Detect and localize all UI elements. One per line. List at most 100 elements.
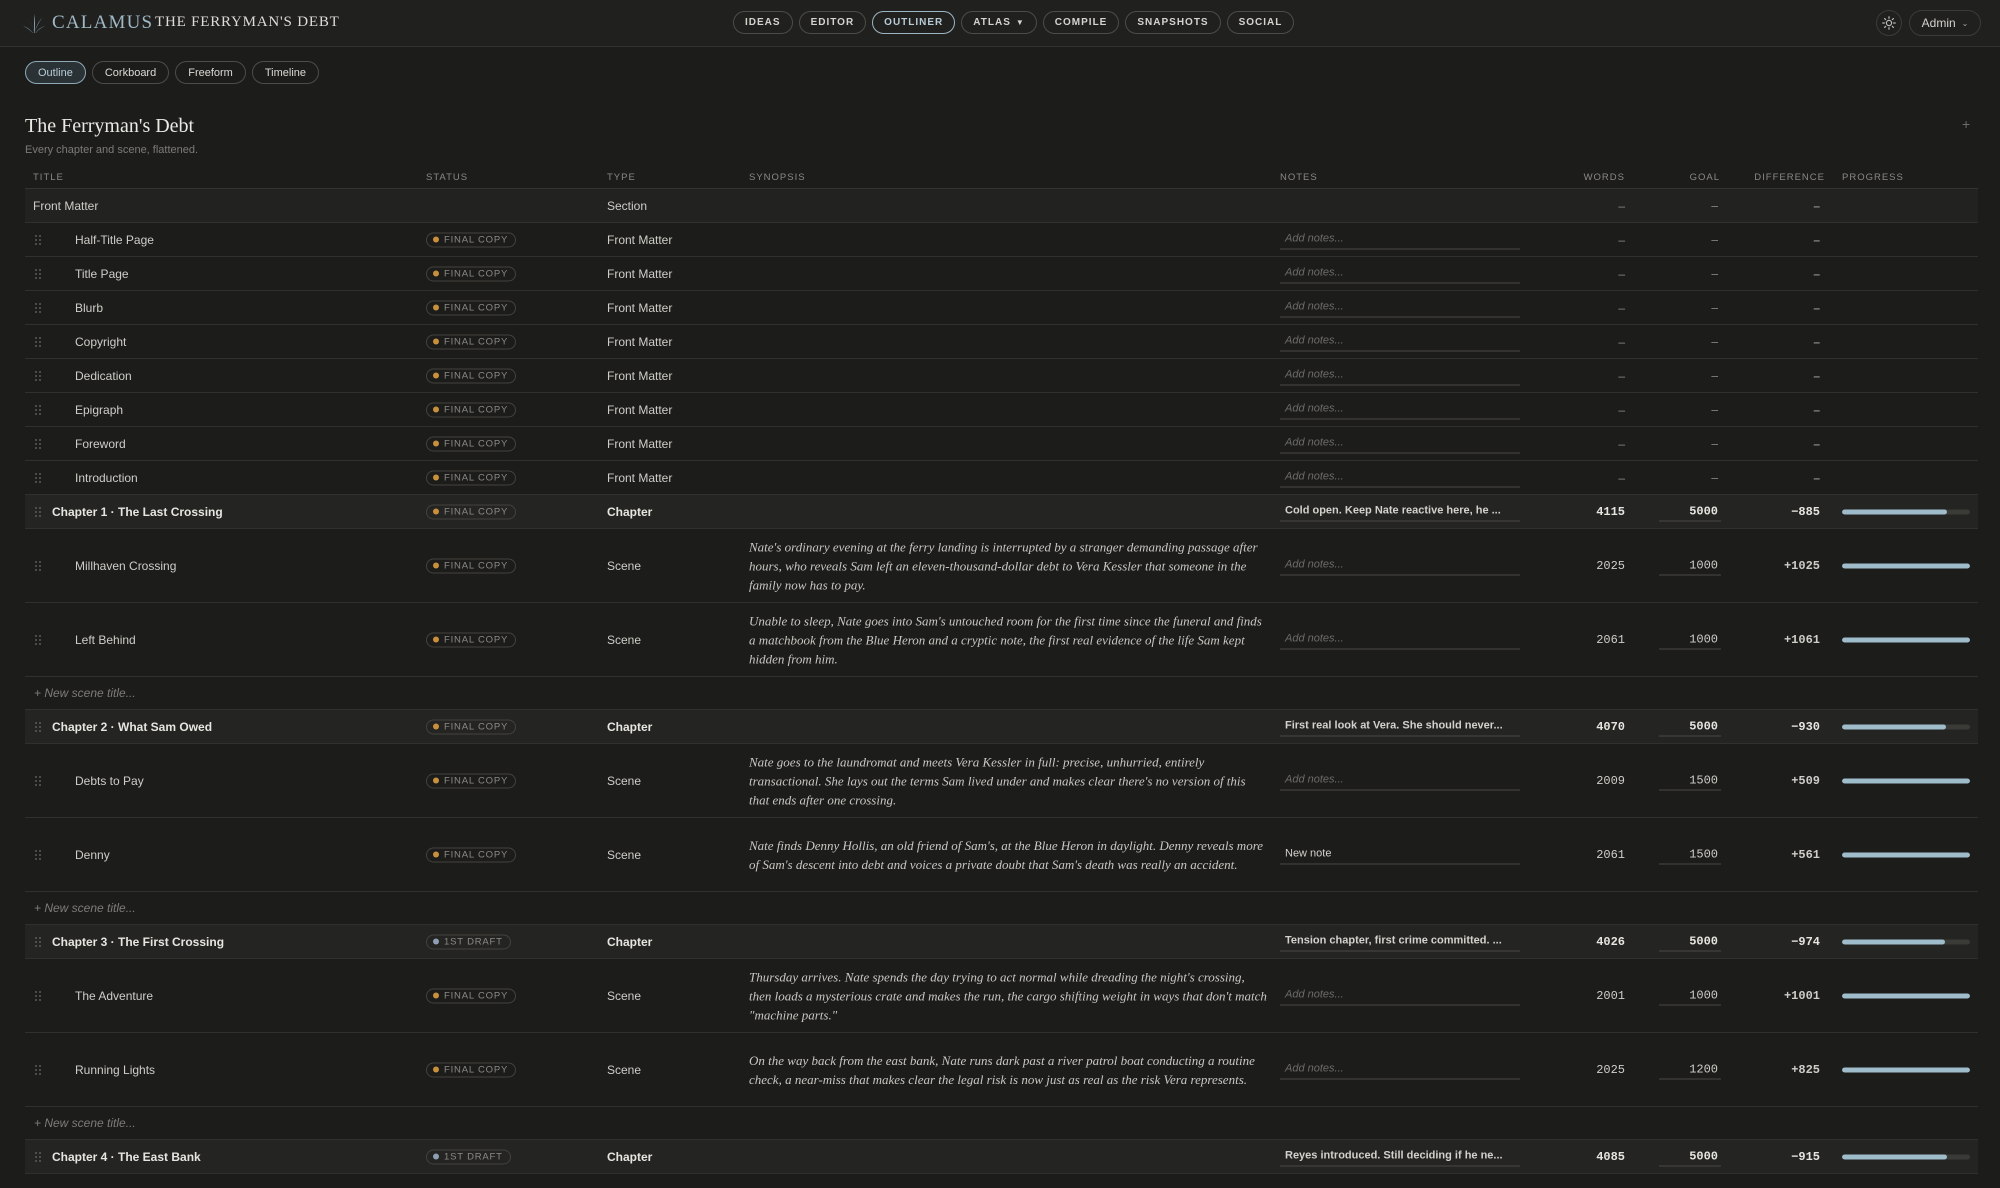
row-title[interactable]: Chapter 1 · The Last Crossing — [52, 505, 223, 519]
row-title[interactable]: Title Page — [75, 267, 129, 281]
row-title[interactable]: The Adventure — [75, 989, 153, 1003]
status-badge[interactable]: FINAL COPY — [426, 632, 517, 647]
drag-handle-icon[interactable] — [34, 370, 42, 382]
user-menu-button[interactable]: Admin ⌄ — [1909, 10, 1981, 36]
drag-handle-icon[interactable] — [34, 634, 42, 646]
goal-input[interactable]: 5000 — [1659, 717, 1721, 736]
chapter-row[interactable]: Chapter 1 · The Last Crossing FINAL COPY C… — [25, 495, 1978, 529]
table-row[interactable]: Introduction FINAL COPY Front Matter Add no… — [25, 461, 1978, 495]
table-row[interactable]: Copyright FINAL COPY Front Matter Add notes… — [25, 325, 1978, 359]
drag-handle-icon[interactable] — [34, 849, 42, 861]
status-badge[interactable]: FINAL COPY — [426, 334, 517, 349]
goal-input[interactable]: 5000 — [1659, 932, 1721, 951]
row-title[interactable]: Foreword — [75, 437, 126, 451]
status-badge[interactable]: FINAL COPY — [426, 988, 517, 1003]
drag-handle-icon[interactable] — [34, 472, 42, 484]
notes-field[interactable]: Add notes... — [1280, 264, 1520, 283]
column-words[interactable]: WORDS — [1584, 172, 1625, 183]
table-row[interactable]: Epigraph FINAL COPY Front Matter Add notes.… — [25, 393, 1978, 427]
row-title[interactable]: Chapter 4 · The East Bank — [52, 1150, 201, 1164]
scene-row[interactable]: Millhaven Crossing FINAL COPY Scene Nate's … — [25, 529, 1978, 603]
scene-row[interactable]: The Adventure FINAL COPY Scene Thursday arr… — [25, 959, 1978, 1033]
column-progress[interactable]: PROGRESS — [1842, 172, 1904, 183]
goal-input[interactable]: 1000 — [1659, 986, 1721, 1005]
table-row[interactable]: Dedication FINAL COPY Front Matter Add note… — [25, 359, 1978, 393]
notes-field[interactable]: Add notes... — [1280, 1060, 1520, 1079]
nav-compile[interactable]: COMPILE — [1042, 11, 1120, 34]
new-scene-row[interactable]: + New scene title... — [25, 677, 1978, 710]
nav-atlas[interactable]: ATLAS ▼ — [961, 11, 1037, 34]
column-notes[interactable]: NOTES — [1280, 172, 1318, 183]
column-type[interactable]: TYPE — [607, 172, 636, 183]
drag-handle-icon[interactable] — [34, 560, 42, 572]
notes-field[interactable]: Add notes... — [1280, 434, 1520, 453]
row-title[interactable]: Debts to Pay — [75, 774, 144, 788]
status-badge[interactable]: FINAL COPY — [426, 368, 517, 383]
nav-social[interactable]: SOCIAL — [1226, 11, 1295, 34]
add-item-button[interactable]: + — [1962, 116, 1970, 132]
row-title[interactable]: Running Lights — [75, 1063, 155, 1077]
status-badge[interactable]: FINAL COPY — [426, 847, 517, 862]
new-scene-input[interactable]: + New scene title... — [34, 686, 136, 700]
notes-field[interactable]: Add notes... — [1280, 400, 1520, 419]
row-title[interactable]: Introduction — [75, 471, 138, 485]
scene-row[interactable]: Left Behind FINAL COPY Scene Unable to slee… — [25, 603, 1978, 677]
drag-handle-icon[interactable] — [34, 721, 42, 733]
table-row[interactable]: Title Page FINAL COPY Front Matter Add note… — [25, 257, 1978, 291]
column-synopsis[interactable]: SYNOPSIS — [749, 172, 806, 183]
drag-handle-icon[interactable] — [34, 1151, 42, 1163]
notes-field[interactable]: Add notes... — [1280, 771, 1520, 790]
notes-field[interactable]: Add notes... — [1280, 298, 1520, 317]
new-scene-row[interactable]: + New scene title... — [25, 892, 1978, 925]
row-title[interactable]: Copyright — [75, 335, 126, 349]
goal-input[interactable]: 1500 — [1659, 845, 1721, 864]
brand[interactable]: CALAMUS — [22, 11, 153, 35]
goal-input[interactable]: 5000 — [1659, 1147, 1721, 1166]
notes-field[interactable]: Add notes... — [1280, 630, 1520, 649]
status-badge[interactable]: FINAL COPY — [426, 558, 517, 573]
notes-field[interactable]: Add notes... — [1280, 366, 1520, 385]
row-title[interactable]: Millhaven Crossing — [75, 559, 176, 573]
row-synopsis[interactable]: Nate goes to the laundromat and meets Ve… — [749, 752, 1269, 809]
column-goal[interactable]: GOAL — [1690, 172, 1720, 183]
status-badge[interactable]: FINAL COPY — [426, 266, 517, 281]
drag-handle-icon[interactable] — [34, 438, 42, 450]
notes-field[interactable]: New note — [1280, 845, 1520, 864]
chapter-row[interactable]: Chapter 4 · The East Bank 1ST DRAFT Chapte… — [25, 1140, 1978, 1174]
status-badge[interactable]: 1ST DRAFT — [426, 934, 511, 949]
notes-field[interactable]: First real look at Vera. She should neve… — [1280, 717, 1520, 736]
drag-handle-icon[interactable] — [34, 990, 42, 1002]
notes-field[interactable]: Add notes... — [1280, 986, 1520, 1005]
nav-editor[interactable]: EDITOR — [798, 11, 867, 34]
row-synopsis[interactable]: Unable to sleep, Nate goes into Sam's un… — [749, 611, 1269, 668]
goal-input[interactable]: 1000 — [1659, 556, 1721, 575]
section-row[interactable]: Front Matter Section – – – — [25, 189, 1978, 223]
drag-handle-icon[interactable] — [34, 302, 42, 314]
goal-input[interactable]: 1000 — [1659, 630, 1721, 649]
row-synopsis[interactable]: Nate finds Denny Hollis, an old friend o… — [749, 836, 1269, 874]
row-title[interactable]: Blurb — [75, 301, 103, 315]
drag-handle-icon[interactable] — [34, 936, 42, 948]
row-title[interactable]: Front Matter — [33, 199, 98, 213]
status-badge[interactable]: FINAL COPY — [426, 300, 517, 315]
notes-field[interactable]: Cold open. Keep Nate reactive here, he .… — [1280, 502, 1520, 521]
table-row[interactable]: Foreword FINAL COPY Front Matter Add notes.… — [25, 427, 1978, 461]
chapter-row[interactable]: Chapter 2 · What Sam Owed FINAL COPY Chapt… — [25, 710, 1978, 744]
row-title[interactable]: Epigraph — [75, 403, 123, 417]
theme-toggle-button[interactable] — [1876, 10, 1902, 36]
nav-snapshots[interactable]: SNAPSHOTS — [1125, 11, 1221, 34]
scene-row[interactable]: Denny FINAL COPY Scene Nate finds Denny Hol… — [25, 818, 1978, 892]
drag-handle-icon[interactable] — [34, 506, 42, 518]
row-synopsis[interactable]: On the way back from the east bank, Nate… — [749, 1051, 1269, 1089]
row-title[interactable]: Dedication — [75, 369, 132, 383]
new-scene-input[interactable]: + New scene title... — [34, 901, 136, 915]
table-row[interactable]: Half-Title Page FINAL COPY Front Matter Add… — [25, 223, 1978, 257]
notes-field[interactable]: Tension chapter, first crime committed. … — [1280, 932, 1520, 951]
new-scene-row[interactable]: + New scene title... — [25, 1107, 1978, 1140]
nav-ideas[interactable]: IDEAS — [733, 11, 793, 34]
notes-field[interactable]: Add notes... — [1280, 332, 1520, 351]
row-title[interactable]: Half-Title Page — [75, 233, 154, 247]
tab-freeform[interactable]: Freeform — [175, 61, 246, 84]
goal-input[interactable]: 5000 — [1659, 502, 1721, 521]
status-badge[interactable]: 1ST DRAFT — [426, 1149, 511, 1164]
